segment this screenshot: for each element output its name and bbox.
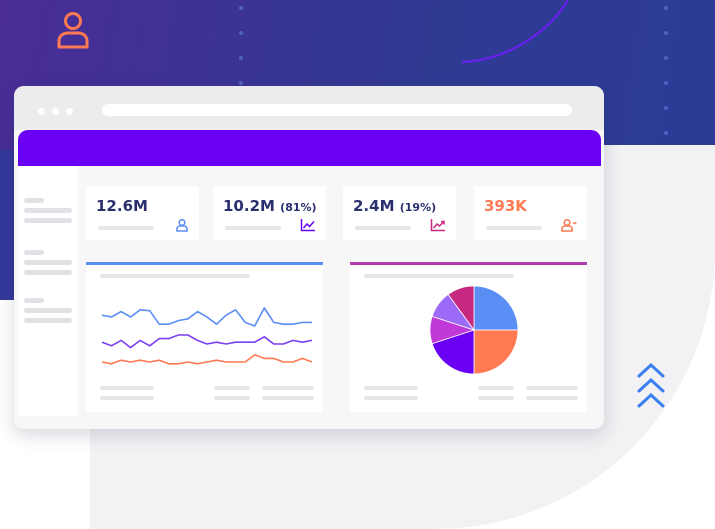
legend-line (100, 396, 154, 400)
sidebar-line (24, 270, 72, 275)
stat-value: 10.2M (81%) (223, 197, 317, 215)
dashboard-illustration: 12.6M 10.2M (81%) 2.4M (19%) 393K (0, 0, 715, 529)
pie-slice-1 (473, 329, 519, 375)
stat-caption-line (225, 226, 281, 230)
stat-caption-line (98, 226, 154, 230)
legend-line (100, 386, 154, 390)
sidebar-line (24, 308, 72, 313)
window-dot (66, 108, 73, 115)
legend-line (526, 396, 578, 400)
legend-line (214, 386, 250, 390)
legend-line (262, 396, 314, 400)
legend-line (262, 386, 314, 390)
window-dot (52, 108, 59, 115)
decorative-curve (461, 0, 569, 64)
line-series-2 (101, 354, 313, 365)
pie-slice-0 (473, 285, 519, 331)
person-outline-icon (57, 12, 89, 49)
line-series-0 (101, 307, 312, 327)
dashboard-banner (18, 130, 601, 166)
stat-value: 2.4M (19%) (353, 197, 437, 215)
address-bar (102, 104, 572, 116)
stat-value: 393K (484, 197, 527, 215)
stat-card-active: 10.2M (81%) (213, 186, 326, 240)
stat-caption-line (355, 226, 411, 230)
legend-line (526, 386, 578, 390)
user-icon (176, 218, 188, 232)
browser-window: 12.6M 10.2M (81%) 2.4M (19%) 393K (14, 86, 604, 429)
legend-line (478, 386, 514, 390)
line-chart-icon (300, 219, 315, 232)
legend-line (364, 386, 418, 390)
stat-card-total-users: 12.6M (86, 186, 199, 240)
window-dot (38, 108, 45, 115)
sidebar-line (24, 318, 72, 323)
sidebar-line (24, 260, 72, 265)
pie-chart-panel (350, 262, 587, 412)
stat-caption-line (486, 226, 542, 230)
trend-up-icon (430, 219, 445, 232)
dot-column-right (664, 6, 670, 156)
dashboard-sidebar (18, 166, 78, 416)
sidebar-line (24, 250, 44, 255)
stat-card-lost-users: 393K (474, 186, 587, 240)
stat-card-growth: 2.4M (19%) (343, 186, 456, 240)
sidebar-line (24, 208, 72, 213)
line-series-1 (101, 334, 313, 349)
legend-line (364, 396, 418, 400)
sidebar-line (24, 198, 44, 203)
user-minus-icon (561, 218, 577, 232)
legend-line (214, 396, 250, 400)
legend-line (478, 396, 514, 400)
line-chart-panel (86, 262, 323, 412)
sidebar-line (24, 298, 44, 303)
sidebar-line (24, 218, 72, 223)
stat-value: 12.6M (96, 197, 148, 215)
double-chevron-up-icon (637, 362, 665, 408)
window-titlebar (14, 86, 604, 130)
